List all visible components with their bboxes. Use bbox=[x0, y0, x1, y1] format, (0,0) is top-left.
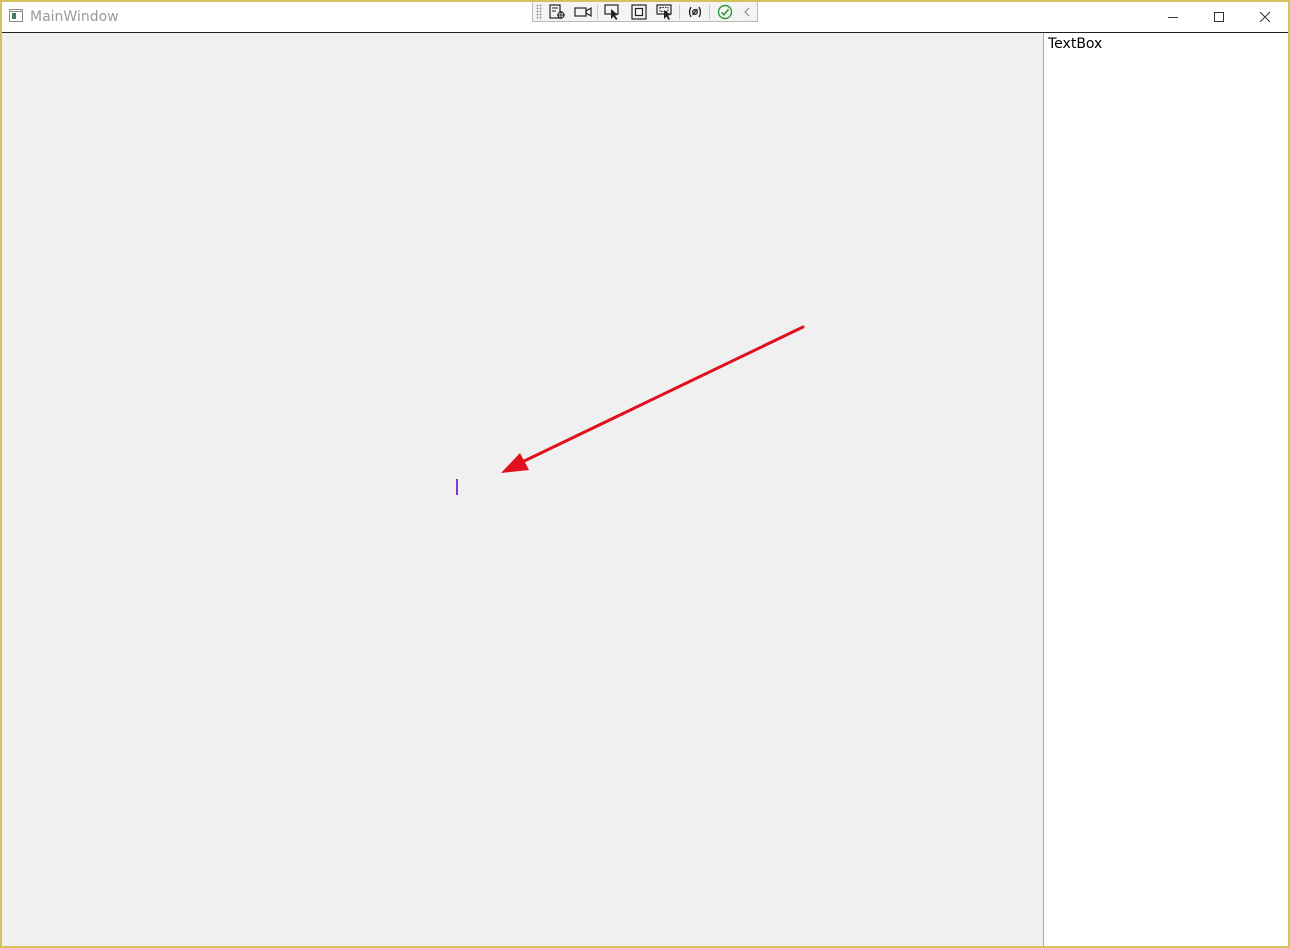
record-icon[interactable] bbox=[572, 3, 594, 21]
app-icon bbox=[9, 9, 23, 22]
textbox[interactable]: TextBox bbox=[1048, 35, 1102, 53]
display-layout-adorners-icon[interactable] bbox=[628, 3, 650, 21]
window-title: MainWindow bbox=[30, 9, 119, 25]
minimize-icon bbox=[1168, 17, 1178, 18]
maximize-icon bbox=[1214, 12, 1224, 22]
toolbar-grip[interactable] bbox=[536, 3, 542, 20]
maximize-button[interactable] bbox=[1196, 2, 1242, 32]
select-element-icon[interactable] bbox=[602, 3, 624, 21]
binding-failures-icon[interactable] bbox=[684, 3, 706, 21]
window-controls bbox=[1150, 2, 1288, 32]
toolbar-separator bbox=[597, 4, 598, 19]
live-visual-tree-icon[interactable] bbox=[546, 3, 568, 21]
canvas-area[interactable] bbox=[2, 33, 1044, 946]
client-area: TextBox bbox=[2, 32, 1288, 947]
xaml-debug-toolbar bbox=[532, 2, 758, 22]
minimize-button[interactable] bbox=[1150, 2, 1196, 32]
annotation-arrow bbox=[501, 325, 805, 473]
side-panel: TextBox bbox=[1044, 33, 1288, 946]
title-bar[interactable]: MainWindow bbox=[2, 2, 1288, 32]
collapse-toolbar-icon[interactable] bbox=[740, 3, 754, 21]
close-button[interactable] bbox=[1242, 2, 1288, 32]
main-window: MainWindow TextBox bbox=[0, 0, 1290, 948]
hot-reload-ok-icon[interactable] bbox=[714, 3, 736, 21]
toolbar-separator bbox=[709, 4, 710, 19]
toolbar-separator bbox=[679, 4, 680, 19]
track-focus-icon[interactable] bbox=[654, 3, 676, 21]
close-icon bbox=[1259, 11, 1271, 23]
